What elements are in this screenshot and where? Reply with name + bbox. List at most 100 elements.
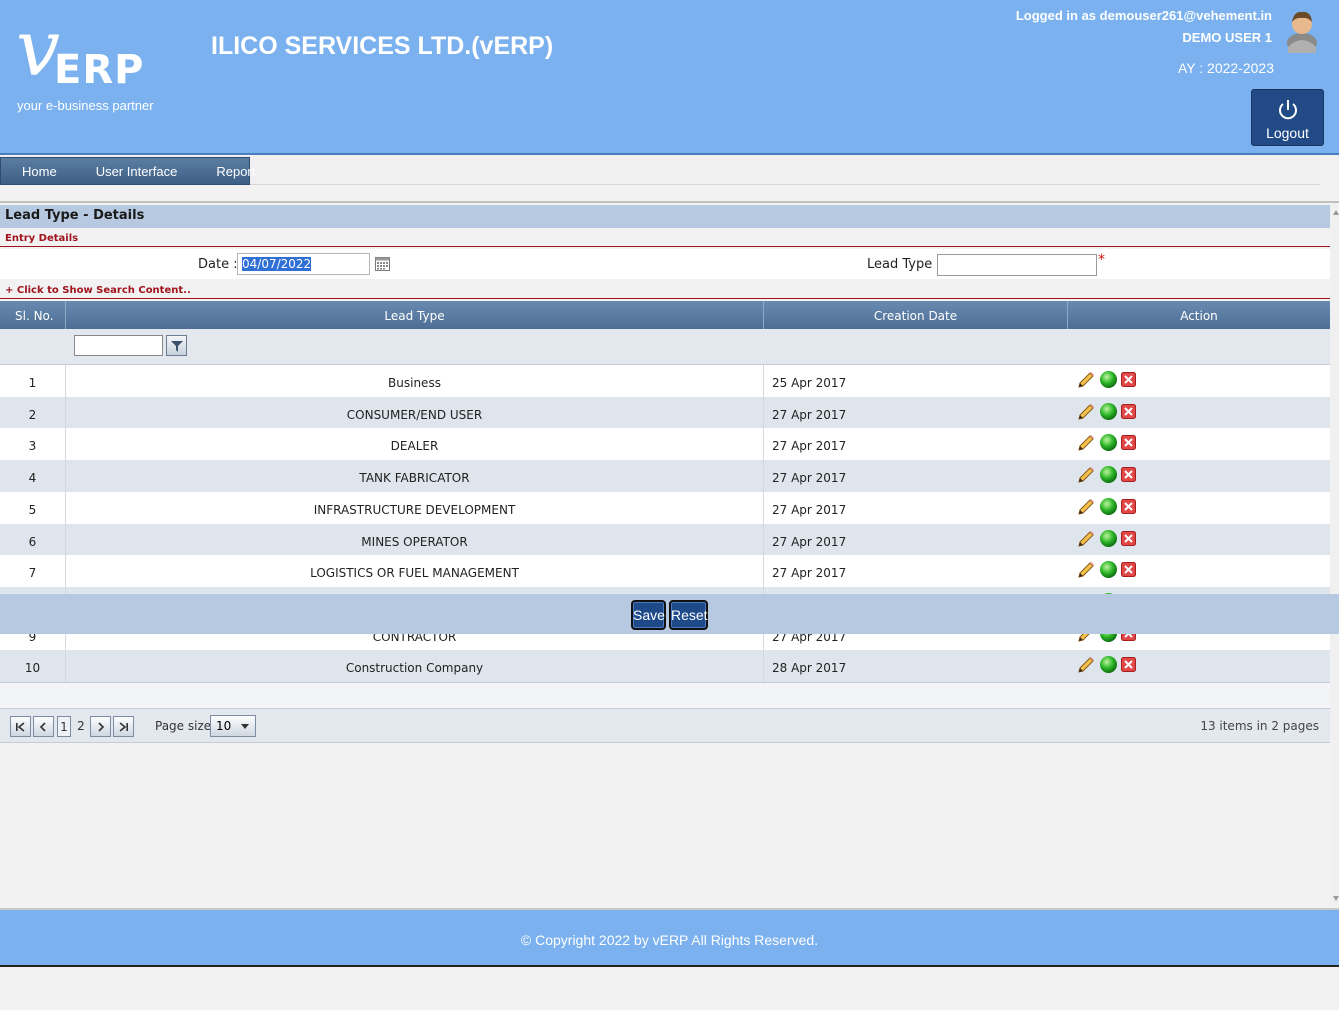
row-lead-type: INFRASTRUCTURE DEVELOPMENT [66,492,764,524]
edit-pencil-icon[interactable] [1076,465,1096,488]
grid-pager: 1 2 Page size: 10 13 items in 2 pages [0,708,1330,743]
page-size-label: Page size: [155,719,216,733]
active-status-icon[interactable] [1099,433,1118,455]
table-row[interactable]: 6 MINES OPERATOR 27 Apr 2017 [0,524,1330,556]
table-row[interactable]: 5 INFRASTRUCTURE DEVELOPMENT 27 Apr 2017 [0,492,1330,524]
row-creation-date: 27 Apr 2017 [772,439,847,453]
logout-button[interactable]: Logout [1251,89,1324,146]
row-actions [1076,560,1136,583]
scroll-down-arrow[interactable] [1333,896,1339,901]
page-1-button[interactable]: 1 [57,716,71,737]
row-sl-no: 5 [0,492,66,524]
logo-text: ERP [54,47,145,93]
row-actions [1076,433,1136,456]
active-status-icon[interactable] [1099,560,1118,582]
row-lead-type: Construction Company [66,650,764,682]
page-2-button[interactable]: 2 [75,716,87,737]
vertical-scrollbar[interactable] [1330,205,1339,905]
grid-filter-row [0,329,1330,365]
save-bar: Save Reset [0,594,1339,634]
date-field[interactable]: 04/07/2022 [237,253,370,275]
save-button[interactable]: Save [631,600,666,630]
row-creation-date: 25 Apr 2017 [772,376,847,390]
last-page-button[interactable] [113,716,134,737]
active-status-icon[interactable] [1099,655,1118,677]
verp-logo: v ERP your e-business partner [16,10,176,120]
delete-icon[interactable] [1121,531,1136,549]
active-status-icon[interactable] [1099,529,1118,551]
main-menu: Home User Interface Report [0,157,255,185]
row-lead-type: TANK FABRICATOR [66,460,764,492]
edit-pencil-icon[interactable] [1076,560,1096,583]
row-lead-type: DEALER [66,428,764,460]
user-avatar-icon [1287,11,1317,53]
row-actions [1076,529,1136,552]
menu-item-home[interactable]: Home [1,164,75,179]
delete-icon[interactable] [1121,467,1136,485]
page-size-select[interactable]: 10 [210,715,256,737]
row-lead-type: MINES OPERATOR [66,524,764,556]
edit-pencil-icon[interactable] [1076,370,1096,393]
active-status-icon[interactable] [1099,370,1118,392]
calendar-icon[interactable] [375,257,390,271]
date-label: Date : [198,257,238,272]
row-lead-type: Business [66,365,764,397]
lead-type-label: Lead Type : [867,257,941,272]
active-status-icon[interactable] [1099,402,1118,424]
row-sl-no: 4 [0,460,66,492]
prev-page-button[interactable] [33,716,54,737]
row-creation-date: 27 Apr 2017 [772,503,847,517]
lead-type-filter-input[interactable] [74,335,163,356]
table-row[interactable]: 3 DEALER 27 Apr 2017 [0,428,1330,460]
delete-icon[interactable] [1121,657,1136,675]
row-actions [1076,370,1136,393]
reset-button[interactable]: Reset [669,600,708,630]
delete-icon[interactable] [1121,499,1136,517]
row-actions [1076,655,1136,678]
delete-icon[interactable] [1121,562,1136,580]
company-title: ILICO SERVICES LTD.(vERP) [211,32,554,60]
show-search-toggle[interactable]: + Click to Show Search Content.. [5,285,191,296]
table-row[interactable]: 10 Construction Company 28 Apr 2017 [0,650,1330,682]
table-row[interactable]: 2 CONSUMER/END USER 27 Apr 2017 [0,397,1330,429]
table-row[interactable]: 7 LOGISTICS OR FUEL MANAGEMENT 27 Apr 2017 [0,555,1330,587]
delete-icon[interactable] [1121,435,1136,453]
active-status-icon[interactable] [1099,465,1118,487]
page-size-value: 10 [216,719,232,733]
grid-empty-space [0,682,1330,708]
user-name: DEMO USER 1 [1182,30,1272,45]
table-row[interactable]: 1 Business 25 Apr 2017 [0,365,1330,397]
col-creation-date[interactable]: Creation Date [764,301,1068,329]
edit-pencil-icon[interactable] [1076,529,1096,552]
first-page-button[interactable] [10,716,31,737]
edit-pencil-icon[interactable] [1076,655,1096,678]
pager-info: 13 items in 2 pages [1200,719,1319,733]
menu-item-user-interface[interactable]: User Interface [75,164,196,179]
active-status-icon[interactable] [1099,497,1118,519]
row-creation-date: 27 Apr 2017 [772,471,847,485]
table-row[interactable]: 4 TANK FABRICATOR 27 Apr 2017 [0,460,1330,492]
row-sl-no: 10 [0,650,66,682]
scroll-up-arrow[interactable] [1333,210,1339,215]
edit-pencil-icon[interactable] [1076,402,1096,425]
edit-pencil-icon[interactable] [1076,497,1096,520]
delete-icon[interactable] [1121,372,1136,390]
footer: © Copyright 2022 by vERP All Rights Rese… [0,908,1339,967]
filter-icon [171,341,183,352]
delete-icon[interactable] [1121,404,1136,422]
next-page-button[interactable] [90,716,111,737]
edit-pencil-icon[interactable] [1076,433,1096,456]
panel-title: Lead Type - Details [5,208,145,223]
power-icon [1279,100,1297,120]
panel-title-bar: Lead Type - Details [0,205,1330,228]
logout-label: Logout [1266,125,1309,141]
filter-button[interactable] [166,335,187,356]
menu-item-report[interactable]: Report [195,164,273,179]
col-lead-type[interactable]: Lead Type [66,301,764,329]
logged-in-text: Logged in as demouser261@vehement.in [1015,8,1272,23]
col-action: Action [1180,309,1218,323]
lead-type-input[interactable] [937,254,1097,276]
col-sl-no[interactable]: Sl. No. [0,301,66,329]
app-root: v ERP your e-business partner ILICO SERV… [0,0,1339,1010]
row-lead-type: LOGISTICS OR FUEL MANAGEMENT [66,555,764,587]
